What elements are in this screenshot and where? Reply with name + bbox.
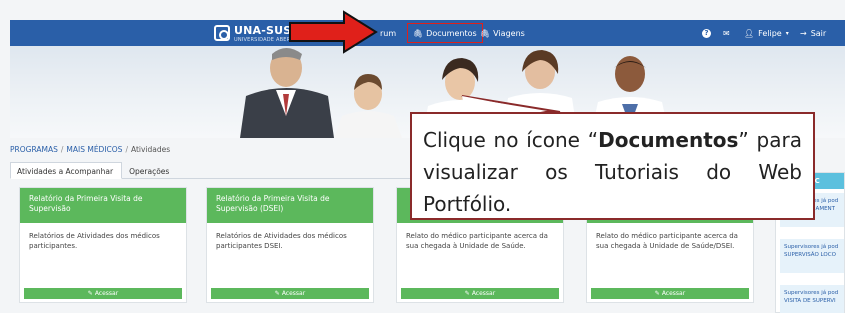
callout-text-before: Clique no ícone “ [423, 128, 599, 152]
edit-icon: ✎ [274, 290, 280, 297]
edit-icon: ✎ [464, 290, 470, 297]
user-name: Felipe [758, 28, 782, 38]
activity-card: Relatório da Primeira Visita de Supervis… [206, 187, 374, 303]
tab-bar: Atividades a Acompanhar Operações [10, 162, 430, 179]
nav-viagens-label: Viagens [493, 28, 525, 38]
help-button[interactable]: ? [702, 20, 711, 46]
tab-atividades-a-acompanhar[interactable]: Atividades a Acompanhar [10, 162, 123, 179]
mail-button[interactable]: ✉ [723, 20, 730, 46]
access-button[interactable]: ✎ Acessar [24, 288, 182, 299]
access-button-label: Acessar [661, 290, 686, 297]
notification-item[interactable]: Supervisores já pod SUPERVISÃO LOCO [780, 239, 844, 273]
access-button[interactable]: ✎ Acessar [211, 288, 369, 299]
breadcrumb-item-programas[interactable]: PROGRAMAS [10, 145, 58, 154]
access-button-label: Acessar [94, 290, 119, 297]
access-button[interactable]: ✎ Acessar [591, 288, 749, 299]
breadcrumb: PROGRAMAS / MAIS MÉDICOS / Atividades [10, 145, 170, 154]
question-icon: ? [702, 28, 711, 38]
activity-card: Relatório da Primeira Visita de Supervis… [19, 187, 187, 303]
paperclip-icon: 🖇︎ [413, 28, 424, 38]
callout-bold-text: Documentos [598, 128, 739, 152]
top-navbar: UNA-SUS UNIVERSIDADE ABERTA DO SUS rum 🖇… [10, 20, 845, 46]
edit-icon: ✎ [87, 290, 93, 297]
screenshot-frame: UNA-SUS UNIVERSIDADE ABERTA DO SUS rum 🖇… [0, 0, 845, 313]
access-button-label: Acessar [471, 290, 496, 297]
tab-operacoes[interactable]: Operações [122, 162, 178, 179]
card-description: Relato do médico participante acerca da … [406, 232, 548, 250]
nav-item-documentos[interactable]: 🖇︎ Documentos [407, 23, 483, 43]
nav-item-forum[interactable]: rum [380, 20, 396, 46]
card-description: Relatórios de Atividades dos médicos par… [29, 232, 160, 250]
card-description: Relatórios de Atividades dos médicos par… [216, 232, 347, 250]
red-arrow-pointer [289, 10, 378, 54]
user-menu[interactable]: 👤︎ Felipe ▾ [744, 20, 789, 46]
breadcrumb-separator: / [125, 145, 128, 154]
access-button-label: Acessar [281, 290, 306, 297]
nav-forum-label: rum [380, 28, 397, 38]
access-button[interactable]: ✎ Acessar [401, 288, 559, 299]
user-icon: 👤︎ [744, 28, 755, 38]
card-title: Relatório da Primeira Visita de Supervis… [20, 188, 186, 223]
breadcrumb-item-mais-medicos[interactable]: MAIS MÉDICOS [66, 145, 122, 154]
paperclip-icon: 🖇︎ [480, 28, 491, 38]
nav-item-viagens[interactable]: 🖇︎ Viagens [480, 20, 525, 46]
brand-name: UNA-SUS [234, 23, 292, 37]
envelope-icon: ✉ [723, 28, 730, 38]
caret-down-icon: ▾ [785, 29, 789, 37]
notification-item[interactable]: Supervisores já pod VISITA DE SUPERVI [780, 285, 844, 313]
card-description: Relato do médico participante acerca da … [596, 232, 738, 250]
tutorial-callout: Clique no ícone “Documentos” para visual… [410, 112, 815, 220]
logout-button[interactable]: → Sair [800, 20, 826, 46]
logout-label: Sair [810, 28, 827, 38]
logout-icon: → [800, 28, 807, 38]
nav-documentos-label: Documentos [426, 28, 477, 38]
card-title: Relatório da Primeira Visita de Supervis… [207, 188, 373, 223]
edit-icon: ✎ [654, 290, 660, 297]
unasus-logo-icon [214, 25, 230, 41]
breadcrumb-item-atividades: Atividades [130, 145, 171, 154]
